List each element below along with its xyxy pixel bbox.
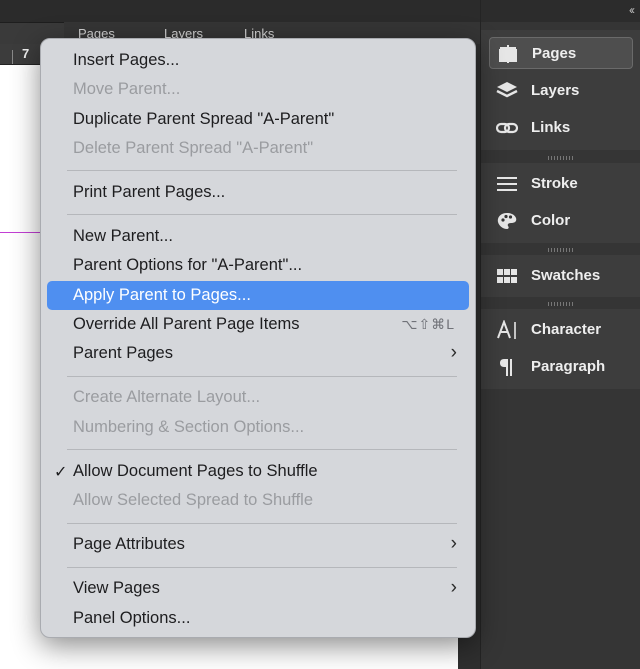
paragraph-icon <box>500 359 512 376</box>
dock-item-pages[interactable]: Pages <box>489 37 633 69</box>
dock-label-links: Links <box>531 119 571 136</box>
dock-item-swatches[interactable]: Swatches <box>489 260 633 292</box>
menu-item-allow-document-pages-to-shuffle[interactable]: ✓ Allow Document Pages to Shuffle <box>47 457 469 486</box>
pages-panel-context-menu: Insert Pages... Move Parent... Duplicate… <box>40 38 476 638</box>
dock-label-pages: Pages <box>532 45 577 62</box>
menu-item-label: View Pages <box>73 579 160 597</box>
dock-group-grip[interactable] <box>548 248 574 252</box>
menu-separator <box>67 376 457 377</box>
dock-label-stroke: Stroke <box>531 175 578 192</box>
menu-item-override-all-parent-page-items[interactable]: Override All Parent Page Items ⌥⇧⌘L <box>47 310 469 339</box>
dock-item-layers[interactable]: Layers <box>489 75 633 107</box>
submenu-chevron-icon: › <box>450 533 457 554</box>
dock-group-stroke-color: Stroke Color <box>481 163 640 243</box>
menu-item-page-attributes[interactable]: Page Attributes › <box>47 530 469 559</box>
dock-label-color: Color <box>531 212 571 229</box>
dock-group-pages: Pages Layers Links <box>481 30 640 150</box>
menu-item-label: Panel Options... <box>73 609 191 627</box>
menu-item-label: Override All Parent Page Items <box>73 315 300 333</box>
dock-item-stroke[interactable]: Stroke <box>489 168 633 200</box>
dock-label-paragraph: Paragraph <box>531 358 606 375</box>
menu-separator <box>67 214 457 215</box>
menu-item-label: Parent Options for "A-Parent"... <box>73 256 303 274</box>
menu-item-label: Numbering & Section Options... <box>73 418 305 436</box>
dock-group-grip[interactable] <box>548 302 574 306</box>
menu-item-view-pages[interactable]: View Pages › <box>47 574 469 603</box>
keyboard-shortcut: ⌥⇧⌘L <box>401 316 455 332</box>
swatches-icon <box>497 269 517 283</box>
dock-label-character: Character <box>531 321 602 338</box>
app-top-strip <box>0 0 480 23</box>
dock-label-swatches: Swatches <box>531 267 601 284</box>
menu-item-numbering-section-options: Numbering & Section Options... <box>47 413 469 442</box>
double-chevron-left-icon[interactable]: ‹‹ <box>629 3 635 17</box>
menu-item-insert-pages[interactable]: Insert Pages... <box>47 46 469 75</box>
menu-item-label: Create Alternate Layout... <box>73 388 261 406</box>
menu-item-delete-parent-spread: Delete Parent Spread "A-Parent" <box>47 134 469 163</box>
menu-item-apply-parent-to-pages[interactable]: Apply Parent to Pages... <box>47 281 469 310</box>
menu-item-label: Move Parent... <box>73 80 181 98</box>
menu-separator <box>67 449 457 450</box>
menu-item-label: Allow Document Pages to Shuffle <box>73 462 318 480</box>
pages-icon <box>499 45 517 63</box>
dock-label-layers: Layers <box>531 82 580 99</box>
ruler-tick <box>12 50 13 64</box>
panel-dock: ‹‹ Pages Layers Links Stroke Color Swatc… <box>480 0 640 669</box>
menu-separator <box>67 523 457 524</box>
ruler-number: 7 <box>22 46 30 61</box>
dock-group-grip[interactable] <box>548 156 574 160</box>
menu-item-label: Delete Parent Spread "A-Parent" <box>73 139 314 157</box>
menu-item-new-parent[interactable]: New Parent... <box>47 222 469 251</box>
menu-item-label: Insert Pages... <box>73 51 180 69</box>
menu-item-panel-options[interactable]: Panel Options... <box>47 604 469 633</box>
checkmark-icon: ✓ <box>54 464 68 481</box>
menu-item-create-alternate-layout: Create Alternate Layout... <box>47 383 469 412</box>
menu-item-label: Allow Selected Spread to Shuffle <box>73 491 314 509</box>
menu-item-parent-pages[interactable]: Parent Pages › <box>47 339 469 368</box>
menu-item-label: Duplicate Parent Spread "A-Parent" <box>73 110 335 128</box>
menu-item-label: Apply Parent to Pages... <box>73 286 251 304</box>
links-icon <box>496 122 518 134</box>
menu-item-duplicate-parent-spread[interactable]: Duplicate Parent Spread "A-Parent" <box>47 105 469 134</box>
submenu-chevron-icon: › <box>450 342 457 363</box>
color-palette-icon <box>497 213 517 229</box>
dock-item-character[interactable]: Character <box>489 314 633 346</box>
dock-group-swatches: Swatches <box>481 255 640 297</box>
dock-item-links[interactable]: Links <box>489 112 633 144</box>
dock-top-bar: ‹‹ <box>481 0 640 22</box>
menu-item-allow-selected-spread-to-shuffle: Allow Selected Spread to Shuffle <box>47 486 469 515</box>
menu-item-label: Page Attributes <box>73 535 185 553</box>
menu-item-move-parent: Move Parent... <box>47 75 469 104</box>
menu-separator <box>67 567 457 568</box>
menu-item-print-parent-pages[interactable]: Print Parent Pages... <box>47 178 469 207</box>
menu-item-label: Print Parent Pages... <box>73 183 226 201</box>
guide-line <box>0 232 40 233</box>
dock-item-paragraph[interactable]: Paragraph <box>489 351 633 383</box>
submenu-chevron-icon: › <box>450 577 457 598</box>
dock-group-type: Character Paragraph <box>481 309 640 389</box>
menu-item-label: Parent Pages <box>73 344 173 362</box>
stroke-icon <box>497 177 517 191</box>
menu-item-parent-options[interactable]: Parent Options for "A-Parent"... <box>47 251 469 280</box>
character-icon <box>497 320 516 339</box>
menu-separator <box>67 170 457 171</box>
dock-item-color[interactable]: Color <box>489 205 633 237</box>
layers-icon <box>496 82 518 98</box>
menu-item-label: New Parent... <box>73 227 173 245</box>
